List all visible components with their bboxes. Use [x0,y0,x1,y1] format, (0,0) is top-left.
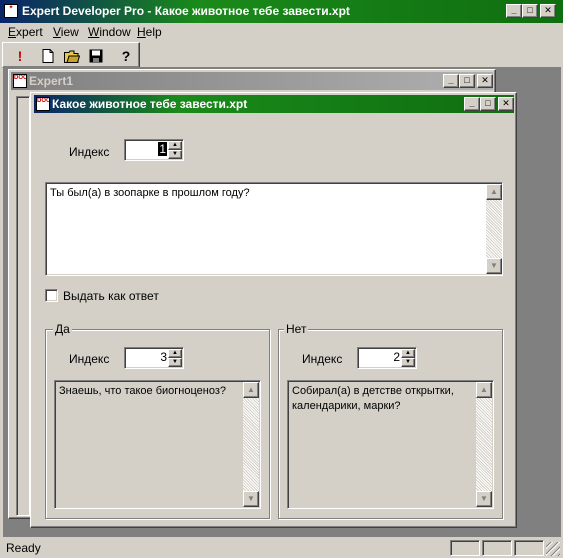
question-textarea[interactable]: Ты был(а) в зоопарке в прошлом году? [45,182,503,276]
xpt-title-bar[interactable]: DOC Какое животное тебе завести.xpt _ □ … [34,95,514,113]
index-label: Индекс [69,145,110,159]
as-answer-checkbox[interactable] [45,289,58,302]
document-icon: DOC [36,97,50,111]
expert1-title-bar[interactable]: DOC Expert1 _ □ ✕ [11,72,493,90]
spin-down-icon[interactable]: ▼ [168,358,182,367]
menu-view[interactable]: View [53,25,79,39]
xpt-close-button[interactable]: ✕ [498,97,514,111]
open-folder-icon[interactable] [61,46,83,67]
question-text: Ты был(а) в зоопарке в прошлом году? [50,187,250,199]
toolbar: ! ? [2,42,140,68]
menu-bar: Expert View Window Help [0,23,563,41]
app-title: Expert Developer Pro - Какое животное те… [22,4,350,18]
no-index-value[interactable]: 2 [393,350,400,364]
expert1-close-button[interactable]: ✕ [477,74,493,88]
floppy-disk-icon[interactable] [85,46,107,67]
xpt-title: Какое животное тебе завести.xpt [52,97,248,111]
yes-textarea[interactable]: Знаешь, что такое биогноценоз? [54,380,261,509]
status-text-pane: Ready [4,540,444,556]
new-document-icon[interactable] [37,46,59,67]
expert1-title: Expert1 [29,74,74,88]
status-pane-3 [514,540,544,556]
document-icon: DOC [13,74,27,88]
menu-window[interactable]: Window [88,25,131,39]
status-text: Ready [6,541,41,555]
question-scrollbar[interactable]: ▲ ▼ [486,184,502,274]
status-pane-1 [450,540,480,556]
no-textarea[interactable]: Собирал(а) в детстве открытки, календари… [287,380,494,509]
menu-expert[interactable]: Expert [8,25,43,39]
status-bar: Ready [0,538,563,558]
scroll-down-icon[interactable]: ▼ [243,491,259,507]
yes-scrollbar[interactable]: ▲ ▼ [243,382,259,507]
spin-down-icon[interactable]: ▼ [168,150,182,159]
no-text: Собирал(а) в детстве открытки, календари… [292,385,454,412]
yes-index-label: Индекс [69,352,110,366]
exclamation-icon[interactable]: ! [9,46,31,67]
yes-index-spinner[interactable]: 3 ▲ ▼ [124,347,184,369]
resize-grip-icon[interactable] [546,542,560,556]
scroll-up-icon[interactable]: ▲ [486,184,502,200]
close-button[interactable]: ✕ [540,4,556,18]
scroll-up-icon[interactable]: ▲ [243,382,259,398]
maximize-button[interactable]: □ [522,4,538,18]
scroll-up-icon[interactable]: ▲ [476,382,492,398]
xpt-minimize-button[interactable]: _ [464,97,480,111]
expert1-minimize-button[interactable]: _ [443,74,459,88]
yes-group-title: Да [53,322,72,336]
spin-down-icon[interactable]: ▼ [401,358,415,367]
app-title-bar[interactable]: ✦ Expert Developer Pro - Какое животное … [0,0,563,23]
index-value[interactable]: 1 [158,142,167,156]
xpt-maximize-button[interactable]: □ [480,97,496,111]
yes-text: Знаешь, что такое биогноценоз? [59,385,226,397]
minimize-button[interactable]: _ [506,4,522,18]
no-index-spinner[interactable]: 2 ▲ ▼ [357,347,417,369]
yes-index-value[interactable]: 3 [160,350,167,364]
as-answer-label: Выдать как ответ [63,289,159,303]
no-scrollbar[interactable]: ▲ ▼ [476,382,492,507]
scroll-down-icon[interactable]: ▼ [486,258,502,274]
status-pane-2 [482,540,512,556]
expert1-pane [16,96,30,516]
spin-up-icon[interactable]: ▲ [401,349,415,358]
no-index-label: Индекс [302,352,343,366]
no-group-title: Нет [284,322,309,336]
menu-help[interactable]: Help [137,25,162,39]
scroll-down-icon[interactable]: ▼ [476,491,492,507]
question-mark-icon[interactable]: ? [115,46,137,67]
app-icon[interactable]: ✦ [4,4,18,18]
spin-up-icon[interactable]: ▲ [168,141,182,150]
index-spinner[interactable]: 1 ▲ ▼ [124,139,184,161]
expert1-maximize-button[interactable]: □ [459,74,475,88]
spin-up-icon[interactable]: ▲ [168,349,182,358]
